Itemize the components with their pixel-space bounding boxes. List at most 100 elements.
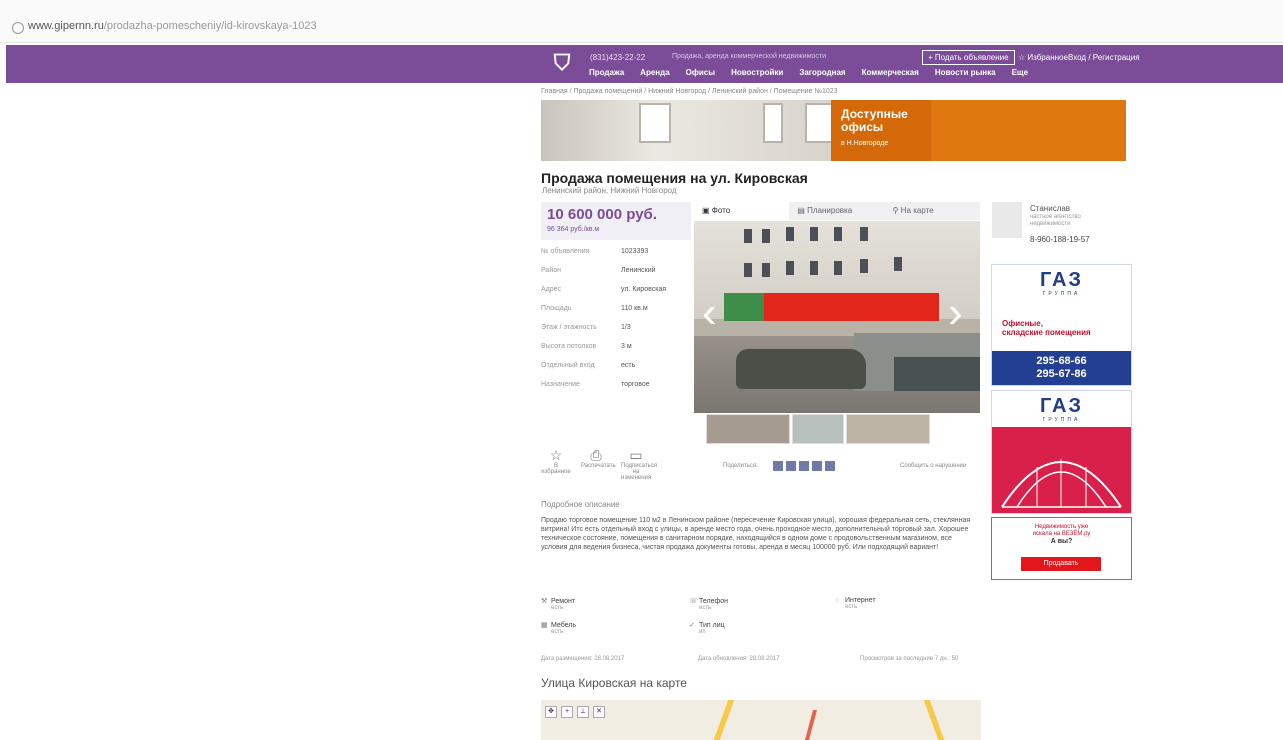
- features-list: ⚒ Ремонт есть ☏Телефон есть ◌ Интернет есть ▦…: [541, 597, 981, 642]
- nav-item[interactable]: Аренда: [640, 68, 669, 77]
- views-count: Просмотров за последние 7 дн.: 50: [860, 656, 959, 662]
- breadcrumb[interactable]: Главная / Продажа помещений / Нижний Нов…: [541, 88, 838, 95]
- share-fb-icon[interactable]: [786, 461, 796, 471]
- share-mail-icon[interactable]: [825, 461, 835, 471]
- ad-image: [992, 427, 1131, 513]
- thumbnail[interactable]: [846, 414, 930, 444]
- nav-item[interactable]: Загородная: [799, 68, 845, 77]
- social-share: [773, 461, 835, 471]
- property-row: Этаж / этажность 1/3: [541, 324, 631, 331]
- next-photo-icon[interactable]: ›: [948, 291, 963, 335]
- subscribe-icon: ▭: [629, 447, 643, 463]
- map-pan-icon[interactable]: ✥: [545, 706, 557, 718]
- price: 10 600 000 руб.: [547, 206, 657, 223]
- ad-phones: 295-68-66 295-67-86: [992, 351, 1131, 385]
- favorites-link[interactable]: ☆ Избранное: [1018, 53, 1068, 62]
- price-per-meter: 96 364 руб./кв.м: [547, 226, 600, 233]
- login-link[interactable]: Вход / Регистрация: [1068, 53, 1140, 62]
- agent-phone[interactable]: 8-960-188-19-57: [1030, 235, 1090, 244]
- ad-banner-gaz-mall[interactable]: ГАЗ ГРУППА: [991, 390, 1132, 514]
- ad-brand: ГАЗ: [1039, 395, 1084, 417]
- map-zoom-icon[interactable]: +: [561, 706, 573, 718]
- ad-text: Недвижимость уже искала на ВЕЗЁМ.ру А вы?: [1032, 524, 1091, 545]
- banner-image: [541, 100, 833, 161]
- media-tabs: ▣ Фото ▤ Планировка ⚲ На карте: [694, 202, 980, 220]
- photo-thumbnails: [706, 414, 976, 444]
- header-tagline: Продажа, аренда коммерческой недвижимост…: [672, 53, 827, 60]
- ad-banner-gaz-offices[interactable]: ГАЗ ГРУППА Офисные, складские помещения 2…: [991, 264, 1132, 386]
- check-icon: ✓: [689, 622, 695, 629]
- main-nav: Продажа Аренда Офисы Новостройки Загород…: [589, 68, 1028, 77]
- property-row: Высота потолков 3 м: [541, 343, 632, 350]
- map-controls: ✥ + ⟂ ✕: [545, 706, 605, 718]
- share-label: Поделиться:: [723, 463, 758, 469]
- ad-banner-sell[interactable]: Недвижимость уже искала на ВЕЗЁМ.ру А вы? …: [991, 517, 1132, 580]
- nav-item[interactable]: Коммерческая: [862, 68, 919, 77]
- map[interactable]: ✥ + ⟂ ✕: [541, 700, 981, 740]
- print-button[interactable]: ⎙ Распечатать: [581, 447, 616, 481]
- address-url[interactable]: www.gipernn.ru/prodazha-pomescheniy/id-k…: [28, 20, 317, 32]
- date-updated: Дата обновления: 28.08.2017: [698, 656, 780, 662]
- post-ad-button[interactable]: + Подать объявление: [922, 50, 1015, 65]
- nav-item[interactable]: Новости рынка: [935, 68, 996, 77]
- phone-icon: ☏: [689, 598, 698, 605]
- hammer-icon: ⚒: [541, 598, 548, 605]
- listing-location: Ленинский район, Нижний Новгород: [542, 186, 677, 195]
- share-ok-icon[interactable]: [799, 461, 809, 471]
- property-row: Отдельный вход есть: [541, 362, 636, 369]
- thumbnail[interactable]: [792, 414, 844, 444]
- nav-item[interactable]: Еще: [1012, 68, 1029, 77]
- site-logo-icon[interactable]: ⛉: [542, 48, 582, 78]
- agent-name[interactable]: Станислав: [1030, 204, 1070, 213]
- ad-brand: ГАЗ: [1039, 269, 1084, 291]
- ad-brand-sub: ГРУППА: [1042, 417, 1081, 423]
- nav-item[interactable]: Продажа: [589, 68, 624, 77]
- description-text: Продаю торговое помещение 110 м2 в Ленин…: [541, 517, 971, 551]
- site-header: ⛉ (831)423-22-22 Продажа, аренда коммерч…: [6, 45, 1283, 83]
- agent-role: частное агентство недвижимости: [1030, 214, 1081, 227]
- thumbnail[interactable]: [706, 414, 790, 444]
- description-heading: Подробное описание: [541, 500, 620, 509]
- prev-photo-icon[interactable]: ‹: [702, 291, 717, 335]
- feature-item: ☏Телефон есть: [689, 598, 729, 611]
- ad-brand-sub: ГРУППА: [1042, 291, 1081, 297]
- date-added: Дата размещения: 28.08.2017: [541, 656, 625, 662]
- furniture-icon: ▦: [541, 622, 548, 629]
- print-icon: ⎙: [590, 447, 602, 463]
- tab-map[interactable]: ⚲ На карте: [885, 202, 980, 220]
- ad-sell-button[interactable]: Продавать: [1021, 557, 1101, 571]
- add-favorite-button[interactable]: ☆ В избранное: [541, 447, 571, 481]
- tab-photo[interactable]: ▣ Фото: [694, 202, 790, 220]
- listing-photo[interactable]: ‹ ›: [694, 221, 980, 413]
- feature-item: ◌ Интернет есть: [835, 597, 876, 610]
- nav-item[interactable]: Новостройки: [731, 68, 783, 77]
- property-row: № объявления 1023393: [541, 248, 649, 255]
- banner-headline: Доступные офисы: [841, 107, 908, 134]
- listing-actions: ☆ В избранное ⎙ Распечатать ▭ Подписаться н…: [541, 447, 657, 481]
- browser-address-bar[interactable]: www.gipernn.ru/prodazha-pomescheniy/id-k…: [0, 0, 1283, 43]
- property-row: Назначение торговое: [541, 381, 650, 388]
- promo-banner[interactable]: Доступные офисы в Н.Новгороде: [541, 100, 1126, 161]
- tab-plan[interactable]: ▤ Планировка: [789, 202, 884, 220]
- property-row: Район Ленинский: [541, 267, 656, 274]
- subscribe-button[interactable]: ▭ Подписаться на изменения: [621, 447, 657, 481]
- property-row: Адрес ул. Кировская: [541, 286, 667, 293]
- globe-icon: [12, 22, 24, 34]
- internet-icon: ◌: [835, 597, 840, 604]
- map-close-icon[interactable]: ✕: [593, 706, 605, 718]
- header-phone: (831)423-22-22: [590, 53, 646, 62]
- share-vk-icon[interactable]: [773, 461, 783, 471]
- property-row: Площадь 110 кв.м: [541, 305, 648, 312]
- map-ruler-icon[interactable]: ⟂: [577, 706, 589, 718]
- property-list: № объявления 1023393 Район Ленинский Адрес…: [541, 248, 691, 400]
- feature-item: ▦ Мебель есть: [541, 622, 577, 635]
- star-icon: ☆: [549, 447, 563, 463]
- page-title: Продажа помещения на ул. Кировская: [541, 170, 808, 186]
- nav-item[interactable]: Офисы: [686, 68, 715, 77]
- banner-subline: в Н.Новгороде: [841, 140, 889, 147]
- share-tw-icon[interactable]: [812, 461, 822, 471]
- report-link[interactable]: Сообщить о нарушении: [900, 463, 966, 469]
- feature-item: ✓ Тип лиц ип: [689, 622, 725, 635]
- feature-item: ⚒ Ремонт есть: [541, 598, 576, 611]
- map-heading: Улица Кировская на карте: [541, 676, 687, 690]
